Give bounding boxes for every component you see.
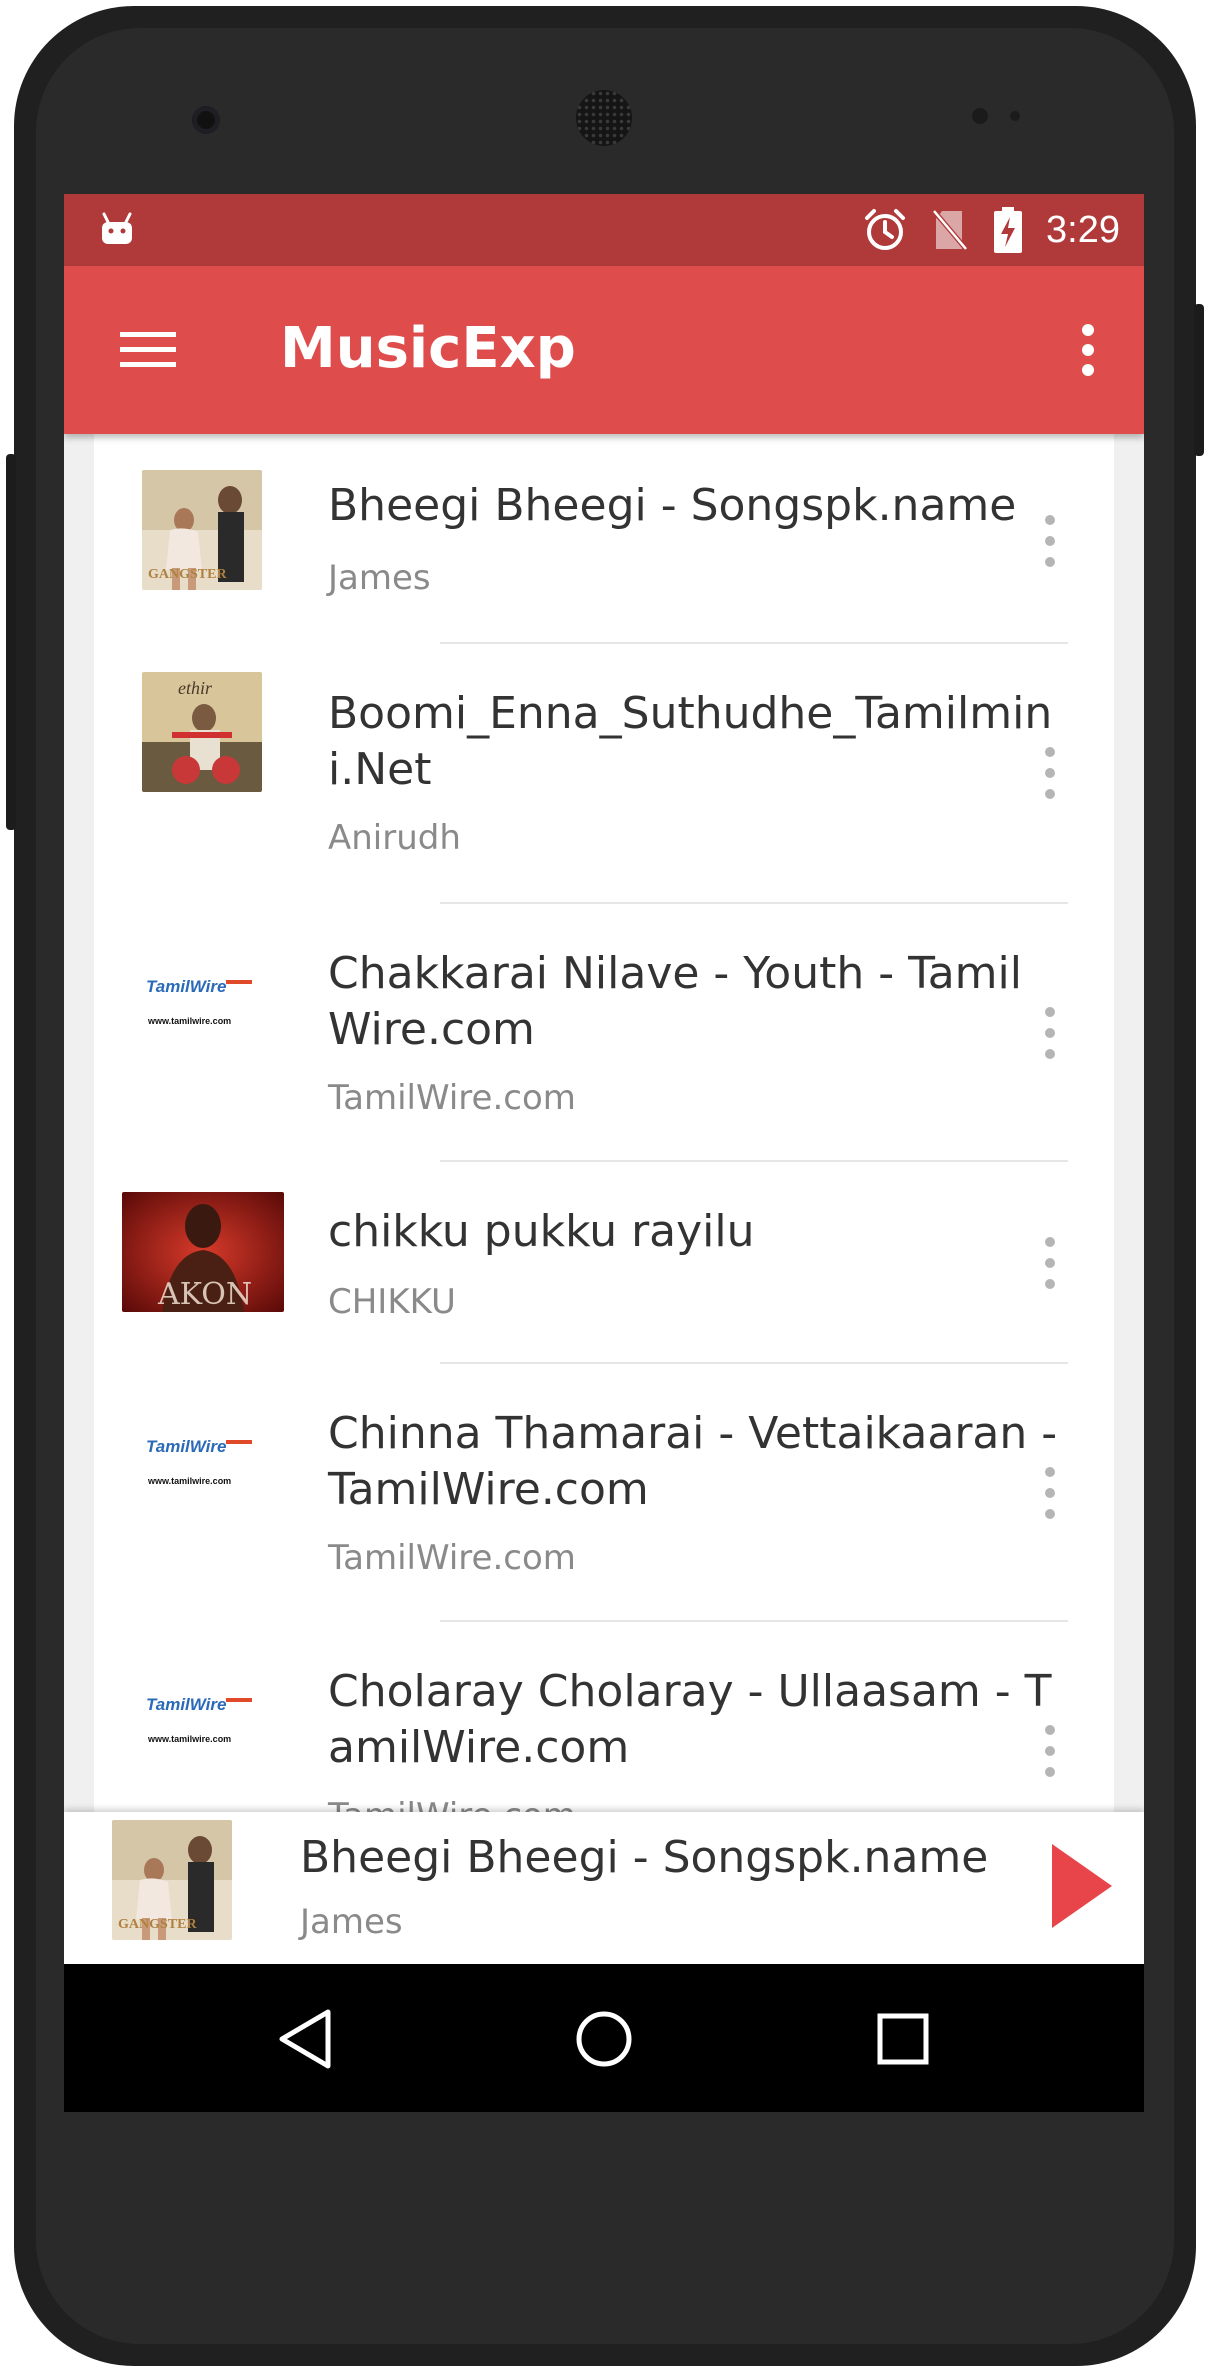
navigation-bar (64, 1964, 1144, 2112)
now-playing-title: Bheegi Bheegi - Songspk.name (300, 1832, 989, 1883)
gangster-album-art: GANGSTER (142, 470, 262, 590)
song-list-item[interactable]: TamilWire www.tamilwire.com Cholaray Cho… (94, 1622, 1114, 1812)
svg-text:www.tamilwire.com: www.tamilwire.com (147, 1476, 231, 1486)
app-bar: MusicExp (64, 266, 1144, 434)
screen: 3:29 MusicExp GANGSTER Bheegi Bheegi - S… (64, 194, 1144, 2112)
song-list-item[interactable]: ethir Boomi_Enna_Suthudhe_Tamilmini.Net … (94, 644, 1114, 904)
battery-charging-icon (994, 207, 1023, 253)
now-playing-bar[interactable]: GANGSTER Bheegi Bheegi - Songspk.name Ja… (64, 1812, 1144, 1964)
front-camera (192, 106, 220, 134)
earpiece-speaker (576, 90, 632, 146)
clock: 3:29 (1046, 208, 1120, 251)
svg-text:www.tamilwire.com: www.tamilwire.com (147, 1734, 231, 1744)
svg-text:TamilWire: TamilWire (146, 1437, 226, 1456)
svg-text:ethir: ethir (178, 678, 213, 698)
svg-text:TamilWire: TamilWire (146, 1695, 226, 1714)
song-list-item[interactable]: TamilWire www.tamilwire.com Chinna Thama… (94, 1364, 1114, 1622)
song-title: Chinna Thamarai - Vettaikaaran - TamilWi… (328, 1408, 1058, 1515)
home-icon[interactable] (569, 2004, 639, 2074)
song-list-item[interactable]: GANGSTER Bheegi Bheegi - Songspk.name Ja… (94, 434, 1114, 644)
song-options-icon[interactable] (1044, 514, 1056, 568)
tamilwire-logo: TamilWire www.tamilwire.com (142, 1692, 262, 1752)
song-artist: CHIKKU (328, 1282, 456, 1322)
song-options-icon[interactable] (1044, 1006, 1056, 1060)
song-artist: James (328, 558, 431, 598)
song-options-icon[interactable] (1044, 1236, 1056, 1290)
song-list-item[interactable]: AKON chikku pukku rayilu CHIKKU (94, 1162, 1114, 1364)
svg-text:AKON: AKON (157, 1277, 252, 1312)
song-options-icon[interactable] (1044, 1466, 1056, 1520)
song-list[interactable]: GANGSTER Bheegi Bheegi - Songspk.name Ja… (94, 434, 1114, 1812)
status-bar: 3:29 (64, 194, 1144, 266)
proximity-sensor (972, 108, 988, 124)
song-artist: TamilWire.com (328, 1078, 576, 1118)
back-icon[interactable] (270, 2004, 340, 2074)
hamburger-menu-icon[interactable] (120, 326, 176, 374)
volume-button (6, 454, 16, 830)
android-debug-icon (102, 212, 132, 244)
tamilwire-logo: TamilWire www.tamilwire.com (142, 1434, 262, 1494)
no-sim-icon (932, 209, 968, 251)
ethir-neechal-album-art: ethir (142, 672, 262, 792)
svg-text:TamilWire: TamilWire (146, 977, 226, 996)
song-list-item[interactable]: TamilWire www.tamilwire.com Chakkarai Ni… (94, 904, 1114, 1162)
now-playing-album-art: GANGSTER (112, 1820, 232, 1940)
song-title: Cholaray Cholaray - Ullaasam - TamilWire… (328, 1666, 1052, 1773)
song-options-icon[interactable] (1044, 1724, 1056, 1778)
song-artist: TamilWire.com (328, 1538, 576, 1578)
power-button (1194, 304, 1204, 456)
song-artist: Anirudh (328, 818, 461, 858)
light-sensor (1010, 111, 1020, 121)
song-options-icon[interactable] (1044, 746, 1056, 800)
tamilwire-logo: TamilWire www.tamilwire.com (142, 974, 262, 1034)
svg-text:GANGSTER: GANGSTER (118, 1917, 197, 1932)
song-artist: TamilWire.com (328, 1796, 576, 1812)
recents-icon[interactable] (868, 2004, 938, 2074)
song-title: Bheegi Bheegi - Songspk.name (328, 480, 1017, 531)
alarm-icon (865, 209, 906, 250)
play-icon[interactable] (1050, 1842, 1114, 1930)
song-title: chikku pukku rayilu (328, 1206, 755, 1257)
akon-album-art: AKON (122, 1192, 284, 1312)
now-playing-artist: James (300, 1902, 403, 1942)
svg-text:www.tamilwire.com: www.tamilwire.com (147, 1016, 231, 1026)
svg-text:GANGSTER: GANGSTER (148, 567, 227, 582)
song-title: Chakkarai Nilave - Youth - TamilWire.com (328, 948, 1022, 1055)
more-vert-icon[interactable] (1080, 322, 1096, 378)
song-title: Boomi_Enna_Suthudhe_Tamilmini.Net (328, 688, 1053, 795)
app-title: MusicExp (280, 316, 576, 381)
